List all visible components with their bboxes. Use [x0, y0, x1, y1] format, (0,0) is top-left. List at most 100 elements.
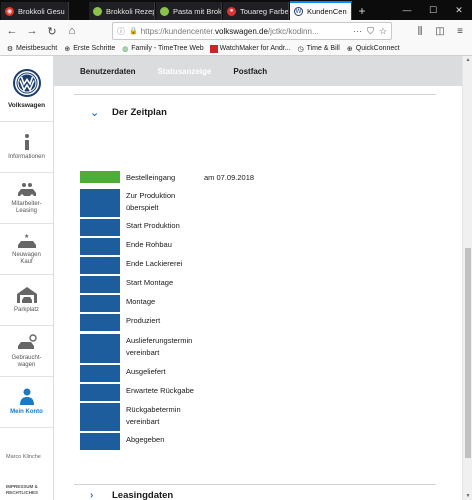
bookmark-item[interactable]: WatchMaker for Andr... [209, 44, 291, 53]
sidebar-item-informationen[interactable]: Informationen [0, 122, 53, 173]
timeline-step: Abgegeben [80, 433, 208, 450]
browser-tab[interactable]: Pasta mit Brok [156, 2, 222, 20]
timeline-step: Ende Lackiererei [80, 257, 208, 274]
timeline-step-label: Zur Produktion überspielt [126, 191, 176, 212]
status-bar-pending [80, 276, 120, 293]
sidebar-toggle-icon[interactable]: ◫ [432, 23, 448, 39]
menu-icon[interactable]: ≡ [452, 23, 468, 39]
bookmark-item[interactable]: ⚙ Meistbesucht [6, 45, 57, 53]
status-bar-pending [80, 238, 120, 255]
brand-label: Volkswagen [7, 101, 46, 109]
bookmark-star-icon[interactable]: ☆ [379, 26, 387, 37]
back-icon[interactable]: ← [4, 23, 20, 39]
timeline-step: Ende Rohbau [80, 238, 208, 255]
maximize-icon[interactable]: ☐ [420, 0, 446, 20]
status-bar-pending [80, 219, 120, 236]
zeitplan-title: Der Zeitplan [112, 107, 167, 118]
browser-tab[interactable]: ● Touareg Farbe [223, 2, 289, 20]
new-tab-button[interactable]: + [353, 2, 371, 20]
garage-icon [16, 287, 37, 303]
page-scrollbar[interactable]: ▲ ▼ [462, 56, 472, 500]
bookmark-item[interactable]: ◍ Family - TimeTree Web [121, 45, 203, 53]
legal-link[interactable]: IMPRESSUM & RECHTLICHES [6, 484, 38, 496]
svg-text:★: ★ [24, 233, 29, 240]
scroll-up-icon[interactable]: ▲ [463, 57, 472, 63]
recipe-icon [160, 6, 169, 16]
timeline-step-label: Auslieferungstermin vereinbart [126, 336, 193, 357]
timeline-step-label: Abgegeben [126, 435, 165, 444]
browser-tab[interactable]: ◉ Brokkoli Gesu [1, 2, 69, 20]
sidebar-brand[interactable]: Volkswagen [0, 56, 53, 122]
timeline-step: Bestelleingang am 07.09.2018 [80, 171, 254, 184]
status-bar-pending [80, 257, 120, 274]
lock-icon[interactable]: 🔒 [129, 27, 138, 35]
browser-tab-strip: ◉ Brokkoli Gesu Brokkoli Rezep Pasta mit… [0, 0, 472, 20]
timeline-step: Ausgeliefert [80, 365, 208, 382]
timeline-step-label: Ende Rohbau [126, 240, 172, 249]
status-panel: ⌄ Der Zeitplan Bestelleingang am 07.09.20… [54, 86, 462, 500]
status-bar-pending [80, 384, 120, 401]
tab-statusanzeige[interactable]: Statusanzeige [158, 67, 212, 76]
timeline-step: Produziert [80, 314, 208, 331]
browser-tab-active[interactable]: W KundenCen ✕ [290, 1, 352, 20]
timeline-step-date: am 07.09.2018 [204, 173, 255, 182]
bookmarks-toolbar: ⚙ Meistbesucht ⊕ Erste Schritte ◍ Family - … [0, 42, 472, 56]
timeline-step: Zur Produktion überspielt [80, 189, 208, 217]
sidebar-item-gebrauchtwagen[interactable]: Gebraucht- wagen [0, 326, 53, 377]
status-bar-pending [80, 295, 120, 312]
status-bar-pending [80, 403, 120, 431]
recipe-icon [93, 6, 102, 16]
minimize-icon[interactable]: — [394, 0, 420, 20]
main-content: Benutzerdaten Statusanzeige Postfach ⌄ D… [54, 56, 462, 500]
tab-benutzerdaten[interactable]: Benutzerdaten [80, 67, 136, 76]
timeline-step-label: Montage [126, 297, 156, 306]
timeline-step: Montage [80, 295, 208, 312]
sidebar-item-mein-konto[interactable]: Mein Konto [0, 377, 53, 428]
bookmark-item[interactable]: ⊕ QuickConnect [346, 45, 400, 53]
scroll-down-icon[interactable]: ▼ [463, 493, 472, 499]
leasingdaten-header[interactable]: › Leasingdaten [90, 490, 173, 500]
new-car-icon: ★ [17, 233, 36, 248]
navigation-bar: ← → ↻ ⌂ ⓘ 🔒 https://kundencenter.volkswa… [0, 20, 472, 42]
user-name[interactable]: Marco Klinche [6, 454, 41, 460]
timeline-step: Start Produktion [80, 219, 208, 236]
bookmark-item[interactable]: ◷ Time & Bill [297, 45, 340, 53]
home-icon[interactable]: ⌂ [64, 23, 80, 39]
sub-navigation: Benutzerdaten Statusanzeige Postfach [54, 56, 462, 86]
status-bar-pending [80, 314, 120, 331]
zeitplan-header[interactable]: ⌄ Der Zeitplan [90, 106, 167, 119]
info-icon[interactable]: ⓘ [117, 26, 125, 37]
info-icon [24, 134, 29, 150]
bookmark-item[interactable]: ⊕ Erste Schritte [63, 45, 115, 53]
scrollbar-thumb[interactable] [465, 248, 471, 458]
person-icon [19, 388, 34, 405]
close-tab-icon[interactable]: ✕ [347, 7, 351, 16]
sidebar-item-mitarbeiter-leasing[interactable]: Mitarbeiter- Leasing [0, 173, 53, 224]
chefkoch-icon: ◉ [5, 6, 14, 16]
clock-icon: ◷ [297, 45, 304, 53]
vw-favicon-icon: W [294, 7, 303, 16]
timeline-step: Start Montage [80, 276, 208, 293]
sidebar-item-neuwagen-kauf[interactable]: ★ Neuwagen Kauf [0, 224, 53, 275]
globe-icon: ⊕ [64, 45, 71, 53]
pocket-icon[interactable]: ⛉ [367, 26, 374, 37]
forward-icon[interactable]: → [24, 23, 40, 39]
tab-postfach[interactable]: Postfach [233, 67, 267, 76]
sidebar-item-parkplatz[interactable]: Parkplatz [0, 275, 53, 326]
globe-icon: ⊕ [346, 45, 353, 53]
reload-icon[interactable]: ↻ [44, 23, 60, 39]
browser-tab[interactable]: Brokkoli Rezep [89, 2, 155, 20]
timeline-step-label: Ende Lackiererei [126, 259, 183, 268]
watchmaker-icon [209, 44, 218, 53]
library-icon[interactable]: ⫼ [412, 23, 428, 39]
close-window-icon[interactable]: ✕ [446, 0, 472, 20]
used-car-icon [17, 333, 37, 349]
page-actions-icon[interactable]: ··· [353, 26, 362, 36]
tab-title: Touareg Farbe [240, 6, 289, 16]
chevron-right-icon: › [90, 490, 94, 500]
status-bar-pending [80, 334, 120, 363]
url-bar[interactable]: ⓘ 🔒 https://kundencenter.volkswagen.de/j… [112, 22, 392, 40]
vw-logo-icon [12, 68, 41, 97]
url-text[interactable]: https://kundencenter.volkswagen.de/jctkc… [141, 27, 348, 36]
timeline-step-label: Ausgeliefert [126, 367, 166, 376]
